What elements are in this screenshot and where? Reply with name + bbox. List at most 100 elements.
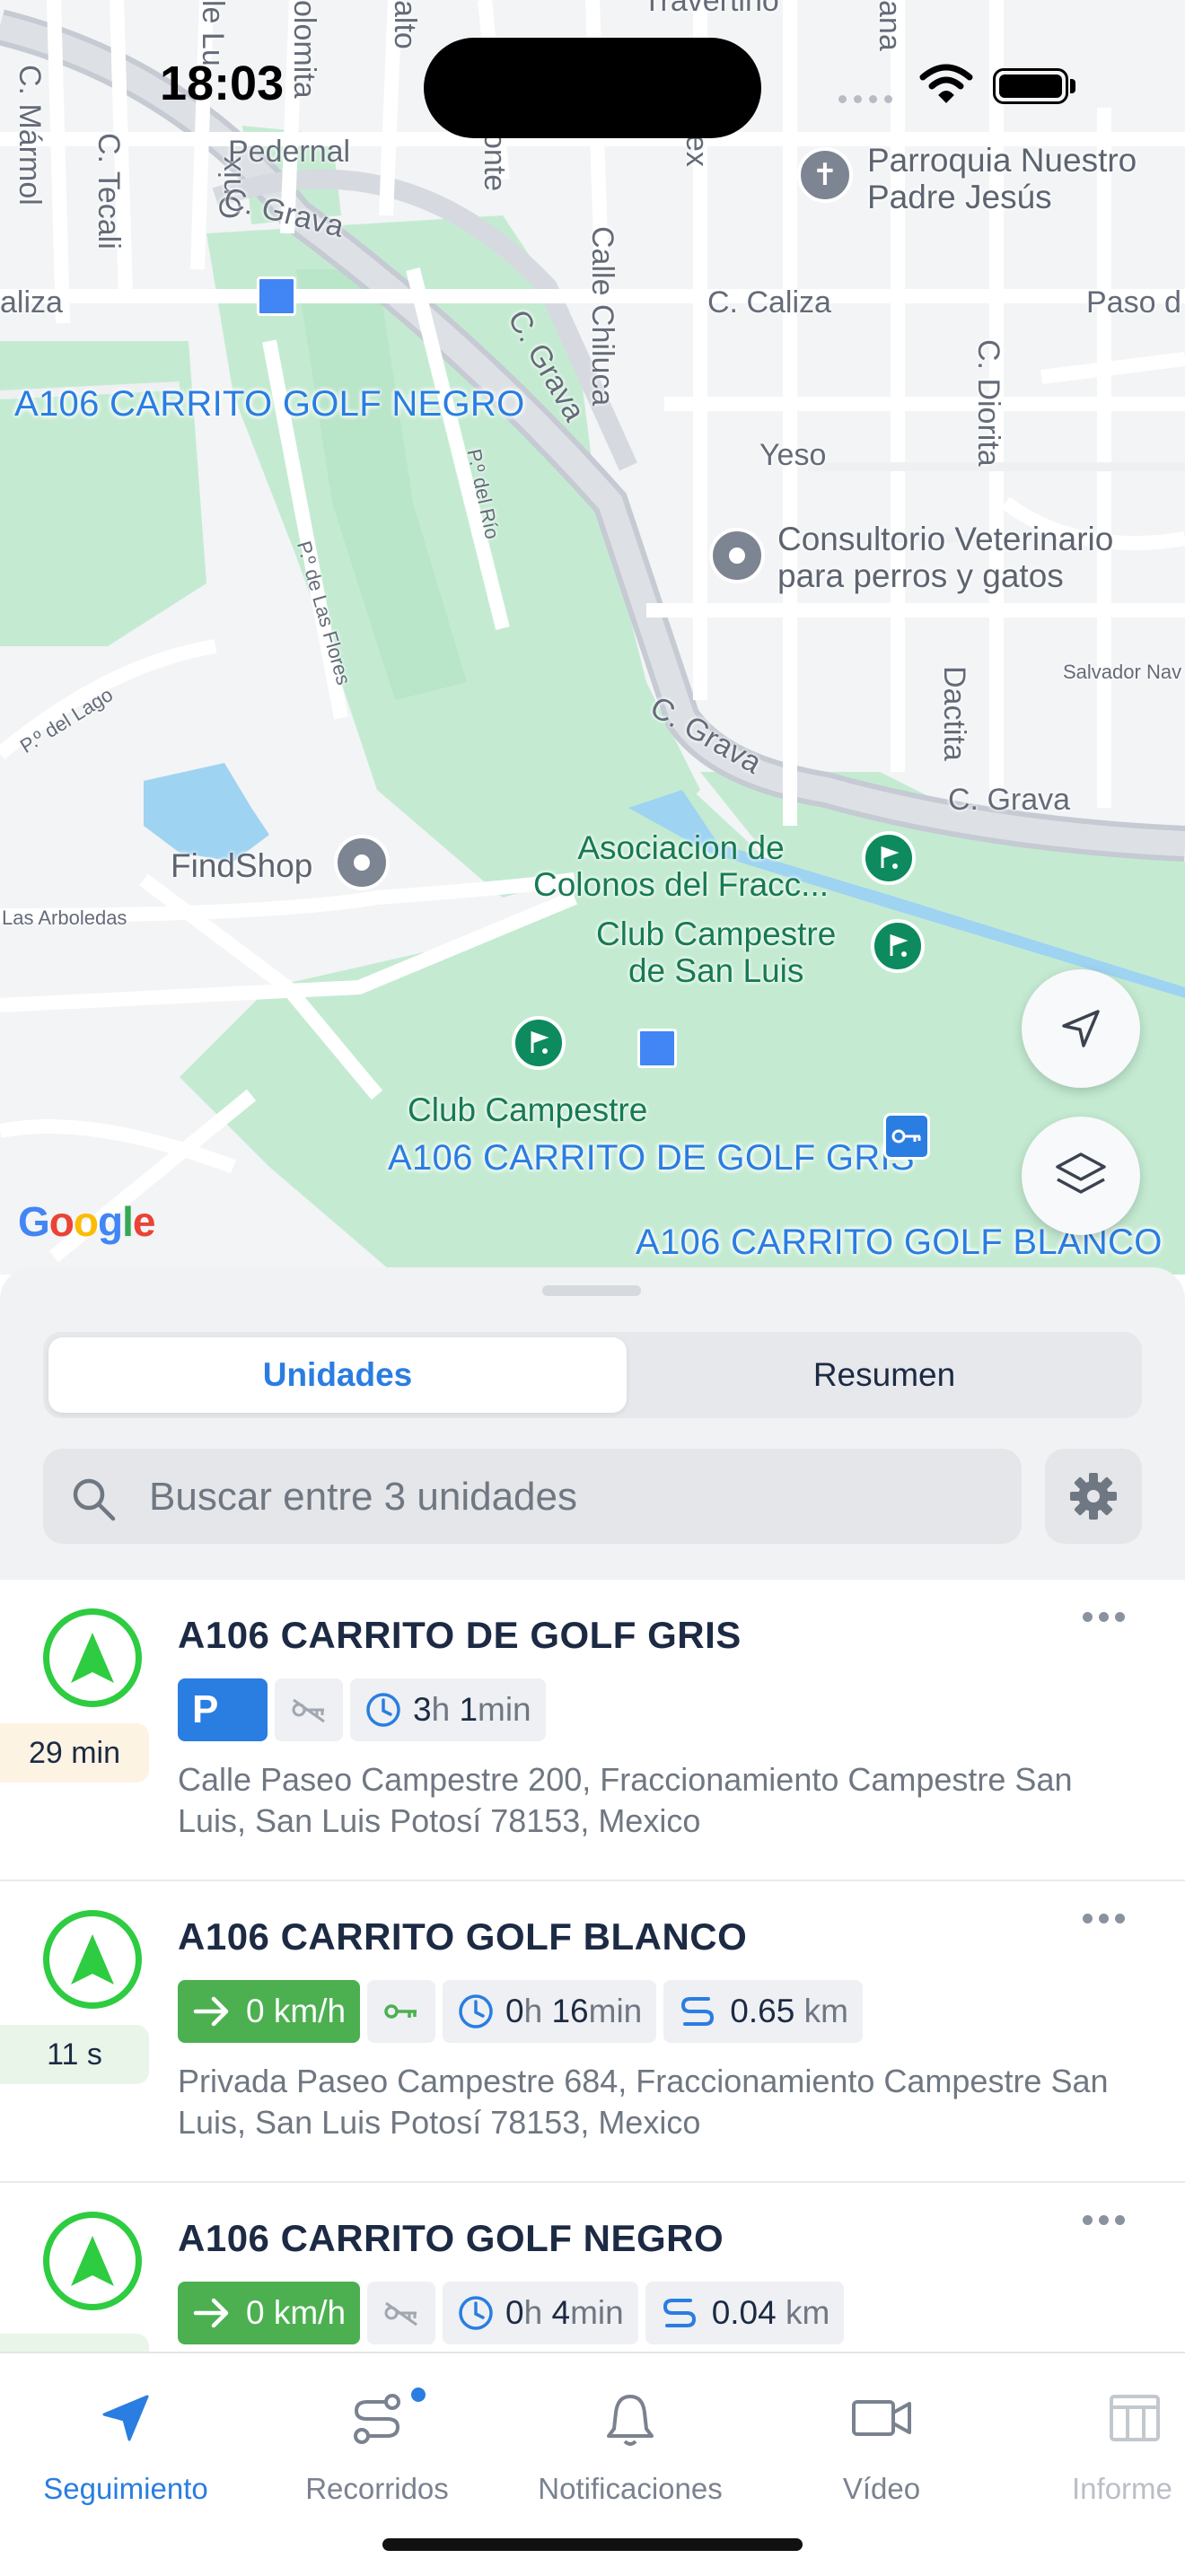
video-camera-icon [852,2400,911,2436]
tab-video[interactable]: Vídeo [763,2353,1000,2506]
unit-chips: P 3h 1 min [178,1678,546,1741]
unit-list-item[interactable]: 29 min A106 CARRITO DE GOLF GRIS P 3h 1m… [0,1580,1185,1881]
clock-icon [366,1693,400,1727]
map-layers-button[interactable] [1022,1117,1140,1235]
gear-icon [1070,1473,1117,1520]
tab-notificaciones[interactable]: Notificaciones [512,2353,749,2506]
speed-value: 0 km/h [246,1993,347,2029]
clock-icon [459,2296,493,2330]
tab-label: Notificaciones [538,2472,723,2505]
tab-label: Seguimiento [43,2472,208,2505]
duration-hours-unit: h [523,2294,543,2331]
search-input[interactable] [147,1449,1004,1546]
unit-map-label-gris[interactable]: A106 CARRITO DE GOLF GRIS [388,1138,915,1178]
poi-label-parroquia: Parroquia Nuestro Padre Jesús [867,142,1137,215]
unit-map-label-negro[interactable]: A106 CARRITO GOLF NEGRO [14,384,525,425]
tab-label: Vídeo [842,2472,921,2505]
duration-minutes: 1 [459,1691,478,1728]
unit-address: Calle Paseo Campestre 200, Fraccionamien… [178,1761,1073,1839]
map-view[interactable]: C. Mármol C. Tecali Onix Pedernal C. Gra… [0,0,1185,1275]
route-icon [663,2299,696,2327]
shop-pin-icon[interactable] [334,835,390,890]
settings-button[interactable] [1045,1449,1142,1544]
duration-minutes-unit: min [570,2294,624,2331]
navigation-arrow-icon [71,1633,114,1683]
tab-label: Informe [1072,2472,1172,2505]
notification-dot [411,2388,426,2402]
report-table-icon [1110,2395,1160,2441]
street-label: C. Diorita [971,339,1005,467]
google-logo: Google [18,1198,155,1245]
golf-pin-icon[interactable] [512,1016,566,1070]
unit-status-avatar [43,1910,142,2009]
tab-informe[interactable]: Informe [1014,2353,1185,2506]
tab-resumen[interactable]: Resumen [632,1337,1137,1413]
unit-name: A106 CARRITO GOLF BLANCO [178,1915,748,1958]
distance-chip: 0.04 km [645,2282,845,2344]
street-label: Travertino [643,0,779,18]
street-label: Salvador Nav [1063,661,1182,683]
poi-label-club1: Club Campestre de San Luis [596,916,837,989]
clock-icon [459,1994,493,2028]
parked-badge-label: P [192,1687,219,1731]
battery-cap [1070,79,1075,93]
status-time: 18:03 [160,57,285,110]
vet-pin-icon[interactable] [709,528,765,583]
duration-minutes-unit: min [478,1691,531,1728]
segmented-control: Unidades Resumen [43,1332,1142,1418]
distance-unit: km [803,1993,848,2029]
search-bar [43,1449,1022,1546]
locate-me-button[interactable] [1022,969,1140,1088]
tab-unidades[interactable]: Unidades [48,1337,627,1413]
street-label: aliza [0,285,63,320]
key-icon [891,1129,921,1143]
layers-icon [1056,1152,1106,1194]
tab-seguimiento[interactable]: Seguimiento [7,2353,244,2506]
duration-hours-unit: h [431,1691,451,1728]
duration-chip: 0h 16 min [443,1980,657,2043]
tab-recorridos[interactable]: Recorridos [259,2353,496,2506]
home-indicator [382,2538,803,2551]
distance-value: 0.65 [730,1993,795,2029]
church-pin-icon[interactable]: ✝ [797,147,853,203]
parked-badge: P [178,1678,268,1741]
distance-value: 0.04 [711,2294,777,2331]
street-label: Dactita [937,666,971,761]
poi-label-asociacion: Asociacion de Colonos del Fracc... [533,829,830,903]
street-label: Las Arboledas [2,907,127,929]
location-arrow-icon [1062,1010,1100,1047]
ignition-off-chip [275,1678,343,1741]
arrow-right-icon [193,2298,229,2328]
navigation-arrow-icon [71,1934,114,1985]
duration-minutes: 4 [551,2294,571,2331]
sheet-grabber[interactable] [542,1285,641,1296]
street-label: C. Tecali [92,133,126,250]
route-icon [681,1997,715,2026]
duration-hours: 0 [505,2294,524,2331]
unit-list-item[interactable]: 11 s A106 CARRITO GOLF BLANCO 0 km/h 0h … [0,1881,1185,2183]
duration-minutes-unit: min [588,1993,643,2029]
duration-chip: 3h 1 min [350,1678,546,1741]
search-icon [73,1478,116,1521]
bell-icon [607,2395,654,2446]
more-options-button[interactable] [1083,1612,1125,1622]
golf-pin-icon[interactable] [871,919,925,973]
last-update-badge: 11 s [0,2025,149,2084]
golf-pin-icon[interactable] [862,831,916,885]
unit-status-avatar [43,2212,142,2310]
unit-list-item[interactable]: A106 CARRITO GOLF NEGRO 0 km/h 0h 4 min 0… [0,2183,1185,2353]
duration-hours: 0 [505,1993,524,2029]
ignition-off-chip [367,2282,436,2344]
more-options-button[interactable] [1083,1914,1125,1923]
unit-marker-negro[interactable] [257,276,296,316]
more-options-button[interactable] [1083,2215,1125,2225]
unit-marker-blanco[interactable] [883,1113,930,1160]
poi-label-club2: Club Campestre [408,1091,648,1128]
bottom-sheet: Unidades Resumen 29 min A1 [0,1267,1185,2353]
unit-name: A106 CARRITO GOLF NEGRO [178,2217,724,2259]
unit-marker-gris[interactable] [637,1029,677,1068]
distance-chip: 0.65 km [663,1980,863,2043]
signal-icon [838,95,892,103]
route-icon [354,2394,400,2444]
navigation-arrow-icon [102,2395,149,2441]
